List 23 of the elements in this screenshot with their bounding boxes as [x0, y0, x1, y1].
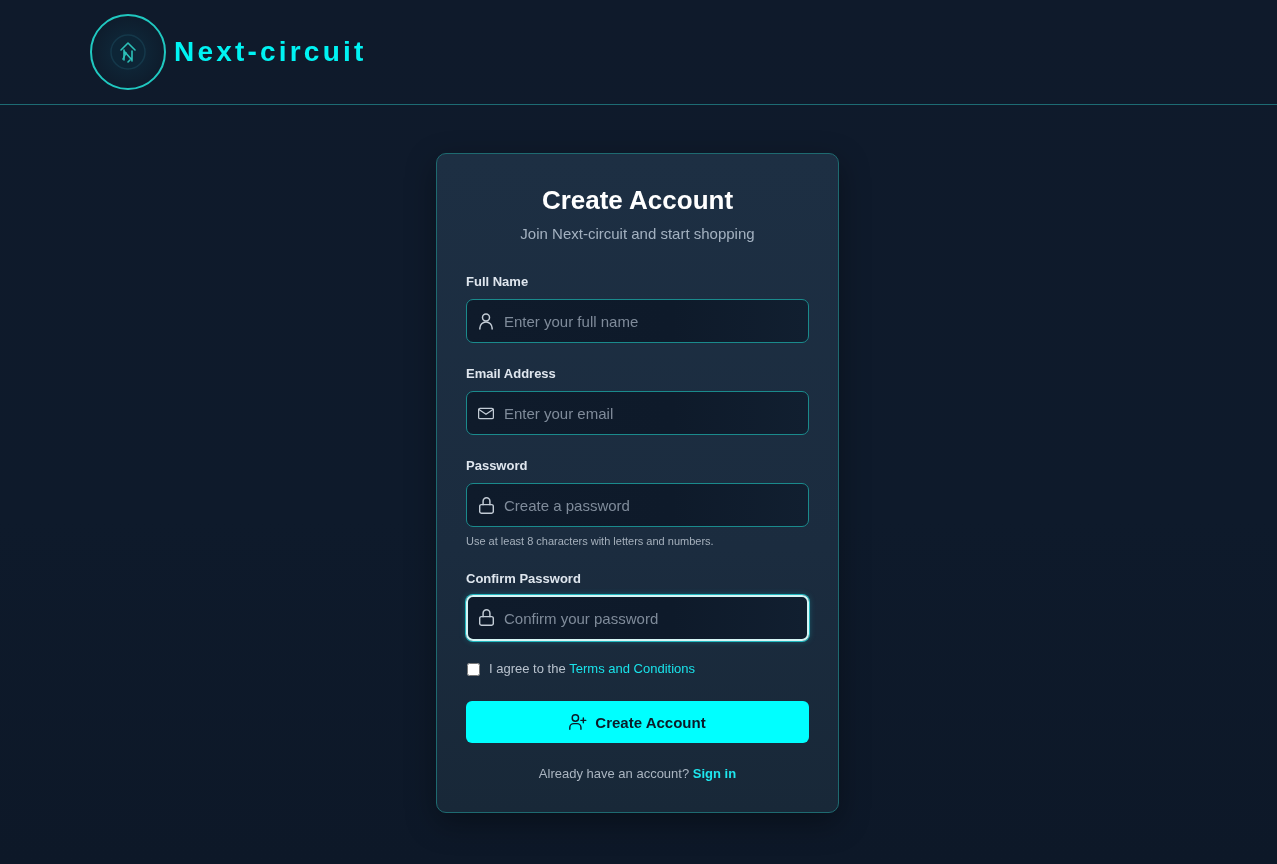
- terms-link[interactable]: Terms and Conditions: [569, 661, 695, 676]
- terms-checkbox[interactable]: [467, 662, 480, 676]
- name-field[interactable]: Enter your full name: [466, 299, 809, 343]
- logo-icon: [90, 14, 166, 90]
- form-title: Create Account: [540, 184, 735, 216]
- lock-icon: [478, 496, 494, 514]
- user-plus-icon: [569, 714, 588, 730]
- field-label: Full Name: [466, 274, 530, 290]
- field-hint: Use at least 8 characters with letters and numbers.: [466, 534, 715, 548]
- password-field[interactable]: Create a password: [466, 483, 809, 527]
- lock-icon: [478, 608, 494, 626]
- sign-in-link[interactable]: Sign in: [692, 766, 737, 781]
- email-field[interactable]: Enter your email: [466, 391, 809, 435]
- field-label: Email Address: [466, 366, 557, 382]
- terms-text: I agree to the Terms and Conditions: [489, 661, 695, 677]
- create-account-button[interactable]: Create Account: [466, 701, 809, 743]
- brand-name: Next-circuit: [174, 36, 367, 68]
- field-label: Confirm Password: [466, 571, 582, 587]
- user-icon: [479, 312, 493, 330]
- signin-prompt: Already have an account? Sign in: [537, 766, 738, 782]
- field-label: Password: [466, 458, 529, 474]
- form-subtitle: Join Next-circuit and start shopping: [519, 224, 756, 244]
- mail-icon: [478, 406, 494, 420]
